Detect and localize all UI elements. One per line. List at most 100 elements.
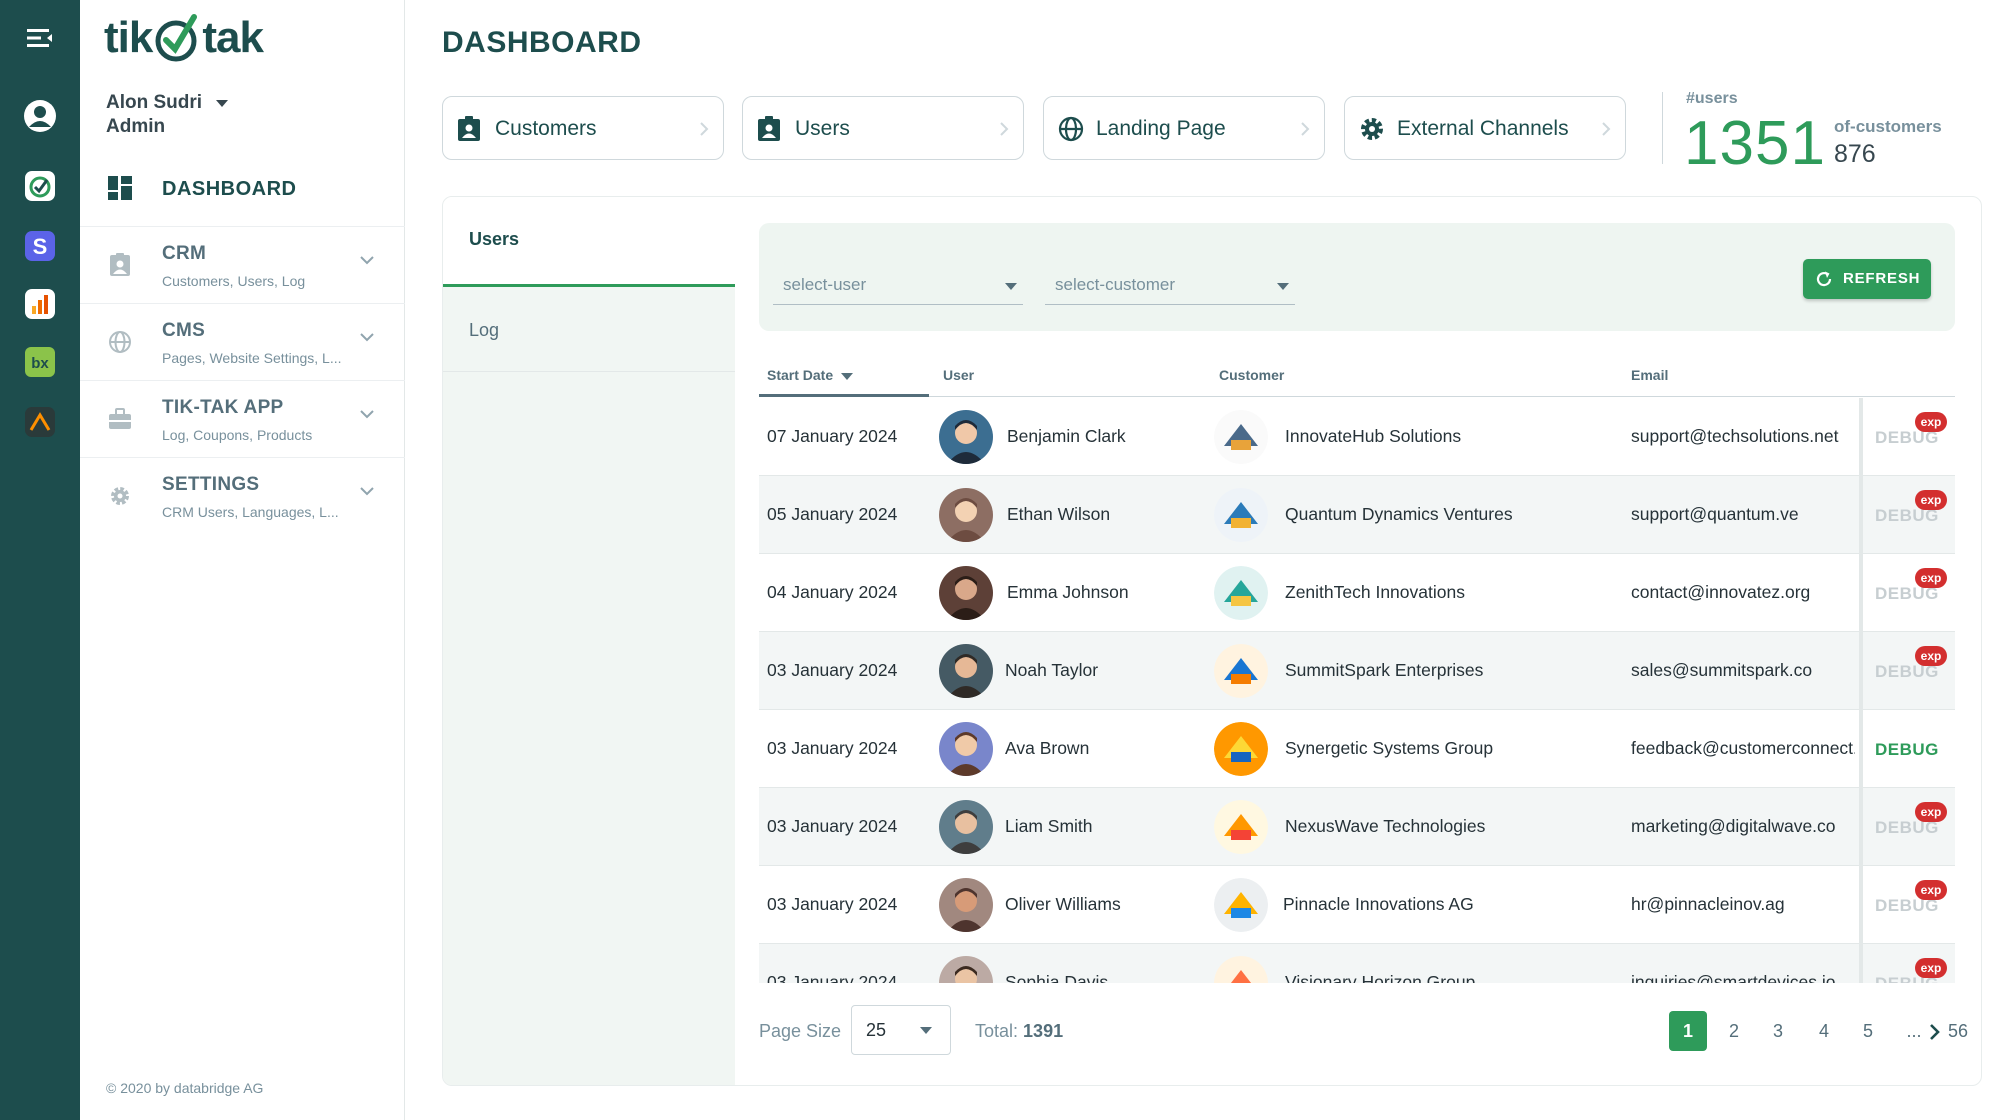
cell-user[interactable]: Sophia Davis xyxy=(1005,972,1108,983)
cell-user[interactable]: Benjamin Clark xyxy=(1007,426,1126,447)
customer-logo xyxy=(1214,878,1268,932)
exp-badge[interactable]: exp xyxy=(1915,958,1947,978)
select-customer-dropdown[interactable]: select-customer xyxy=(1045,263,1295,305)
exp-badge[interactable]: exp xyxy=(1915,412,1947,432)
app-rail: S bx xyxy=(0,0,80,1120)
cell-user[interactable]: Noah Taylor xyxy=(1005,660,1098,681)
page-button[interactable]: 2 xyxy=(1715,1011,1753,1051)
total-count: Total: 1391 xyxy=(975,1021,1063,1042)
table-row[interactable]: 07 January 2024 Benjamin Clark InnovateHub… xyxy=(759,398,1955,476)
cell-customer[interactable]: Synergetic Systems Group xyxy=(1285,738,1493,759)
pagination-bar: Page Size 25 Total: 1391 1 2 3 4 5... 56 xyxy=(759,1005,1968,1057)
exp-badge[interactable]: exp xyxy=(1915,802,1947,822)
tab-users[interactable]: Users xyxy=(443,197,735,287)
cell-email[interactable]: feedback@customerconnect.c xyxy=(1631,738,1855,759)
exp-badge[interactable]: exp xyxy=(1915,490,1947,510)
table-row[interactable]: 03 January 2024 Sophia Davis Visionary Hor… xyxy=(759,944,1955,983)
account-icon[interactable] xyxy=(22,98,58,134)
mountain-app-icon[interactable] xyxy=(22,404,58,440)
logo-text-left: tik xyxy=(104,13,153,62)
sidebar-item-label: DASHBOARD xyxy=(162,178,297,200)
sidebar-item-title: CMS xyxy=(162,320,206,341)
cell-user[interactable]: Ethan Wilson xyxy=(1007,504,1110,525)
cell-customer[interactable]: Pinnacle Innovations AG xyxy=(1283,894,1474,915)
cell-user[interactable]: Liam Smith xyxy=(1005,816,1093,837)
col-customer[interactable]: Customer xyxy=(1219,367,1284,383)
cell-user[interactable]: Ava Brown xyxy=(1005,738,1089,759)
refresh-button[interactable]: REFRESH xyxy=(1803,259,1931,299)
tiktak-logo[interactable]: tik tak xyxy=(104,8,264,68)
cell-user[interactable]: Emma Johnson xyxy=(1007,582,1129,603)
landing-page-button[interactable]: Landing Page xyxy=(1043,96,1325,160)
exp-badge[interactable]: exp xyxy=(1915,568,1947,588)
cell-email[interactable]: support@techsolutions.net xyxy=(1631,426,1855,447)
customer-logo xyxy=(1214,800,1268,854)
cell-email[interactable]: contact@innovatez.org xyxy=(1631,582,1855,603)
cell-customer[interactable]: Quantum Dynamics Ventures xyxy=(1285,504,1513,525)
chevron-down-icon xyxy=(360,410,374,419)
page-button[interactable]: 4 xyxy=(1805,1011,1843,1051)
sidebar-item-crm[interactable]: CRM Customers, Users, Log xyxy=(80,226,405,302)
debug-button[interactable]: DEBUG xyxy=(1875,740,1939,760)
chevron-down-icon xyxy=(360,333,374,342)
cell-customer[interactable]: NexusWave Technologies xyxy=(1285,816,1485,837)
page-size-select[interactable]: 25 xyxy=(851,1005,951,1055)
s-app-icon[interactable]: S xyxy=(22,228,58,264)
logo-text-right: tak xyxy=(202,13,264,62)
analytics-icon[interactable] xyxy=(22,286,58,322)
sidebar-item-subtitle: Customers, Users, Log xyxy=(162,273,306,289)
page-button[interactable]: 3 xyxy=(1759,1011,1797,1051)
cell-customer[interactable]: Visionary Horizon Group xyxy=(1285,972,1475,983)
sidebar-item-cms[interactable]: CMS Pages, Website Settings, L... xyxy=(80,303,405,379)
sidebar-item-settings[interactable]: SETTINGS CRM Users, Languages, L... xyxy=(80,457,405,533)
table-row[interactable]: 03 January 2024 Ava Brown Synergetic Syste… xyxy=(759,710,1955,788)
tiktak-app-icon[interactable] xyxy=(22,168,58,204)
cell-email[interactable]: inquiries@smartdevices.io xyxy=(1631,972,1855,983)
cell-email[interactable]: sales@summitspark.co xyxy=(1631,660,1855,681)
page-size-label: Page Size xyxy=(759,1021,842,1041)
sidebar-item-tiktak-app[interactable]: TIK-TAK APP Log, Coupons, Products xyxy=(80,380,405,456)
customer-logo xyxy=(1214,644,1268,698)
filter-bar: select-user select-customer REFRESH xyxy=(759,223,1955,331)
menu-collapse-icon[interactable] xyxy=(22,20,58,56)
table-row[interactable]: 03 January 2024 Oliver Williams Pinnacle I… xyxy=(759,866,1955,944)
table-row[interactable]: 05 January 2024 Ethan Wilson Quantum Dynam… xyxy=(759,476,1955,554)
cell-customer[interactable]: InnovateHub Solutions xyxy=(1285,426,1461,447)
cell-start-date: 03 January 2024 xyxy=(767,816,898,836)
cell-customer[interactable]: ZenithTech Innovations xyxy=(1285,582,1465,603)
customers-button[interactable]: Customers xyxy=(442,96,724,160)
external-channels-button[interactable]: External Channels xyxy=(1344,96,1626,160)
chevron-right-icon xyxy=(1602,122,1611,136)
table-row[interactable]: 04 January 2024 Emma Johnson ZenithTech In… xyxy=(759,554,1955,632)
col-email[interactable]: Email xyxy=(1631,367,1668,383)
sidebar-item-dashboard[interactable]: DASHBOARD xyxy=(80,166,405,210)
tab-list: Users Log xyxy=(443,197,735,1085)
user-name[interactable]: Alon Sudri xyxy=(106,92,202,114)
customers-count-value: 876 xyxy=(1834,140,1876,168)
exp-badge[interactable]: exp xyxy=(1915,646,1947,666)
table-row[interactable]: 03 January 2024 Noah Taylor SummitSpark En… xyxy=(759,632,1955,710)
cell-email[interactable]: marketing@digitalwave.co xyxy=(1631,816,1855,837)
page-button[interactable]: 56 xyxy=(1939,1011,1977,1051)
table-row[interactable]: 03 January 2024 Liam Smith NexusWave Techn… xyxy=(759,788,1955,866)
col-start-date[interactable]: Start Date xyxy=(767,367,854,383)
col-user[interactable]: User xyxy=(943,367,974,383)
select-placeholder: select-user xyxy=(783,275,867,294)
users-button[interactable]: Users xyxy=(742,96,1024,160)
actions-divider xyxy=(1859,788,1863,866)
page-button[interactable]: 5 xyxy=(1849,1011,1887,1051)
actions-divider xyxy=(1859,554,1863,632)
button-label: Landing Page xyxy=(1096,117,1226,140)
cell-user[interactable]: Oliver Williams xyxy=(1005,894,1121,915)
cell-email[interactable]: support@quantum.ve xyxy=(1631,504,1855,525)
cell-customer[interactable]: SummitSpark Enterprises xyxy=(1285,660,1483,681)
bx-app-icon[interactable]: bx xyxy=(22,344,58,380)
exp-badge[interactable]: exp xyxy=(1915,880,1947,900)
next-page-icon[interactable] xyxy=(1929,1023,1941,1041)
id-badge-icon xyxy=(458,116,480,141)
tab-log[interactable]: Log xyxy=(443,290,735,372)
select-user-dropdown[interactable]: select-user xyxy=(773,263,1023,305)
user-menu-caret-icon[interactable] xyxy=(216,100,228,107)
cell-email[interactable]: hr@pinnacleinov.ag xyxy=(1631,894,1855,915)
page-button[interactable]: 1 xyxy=(1669,1011,1707,1051)
